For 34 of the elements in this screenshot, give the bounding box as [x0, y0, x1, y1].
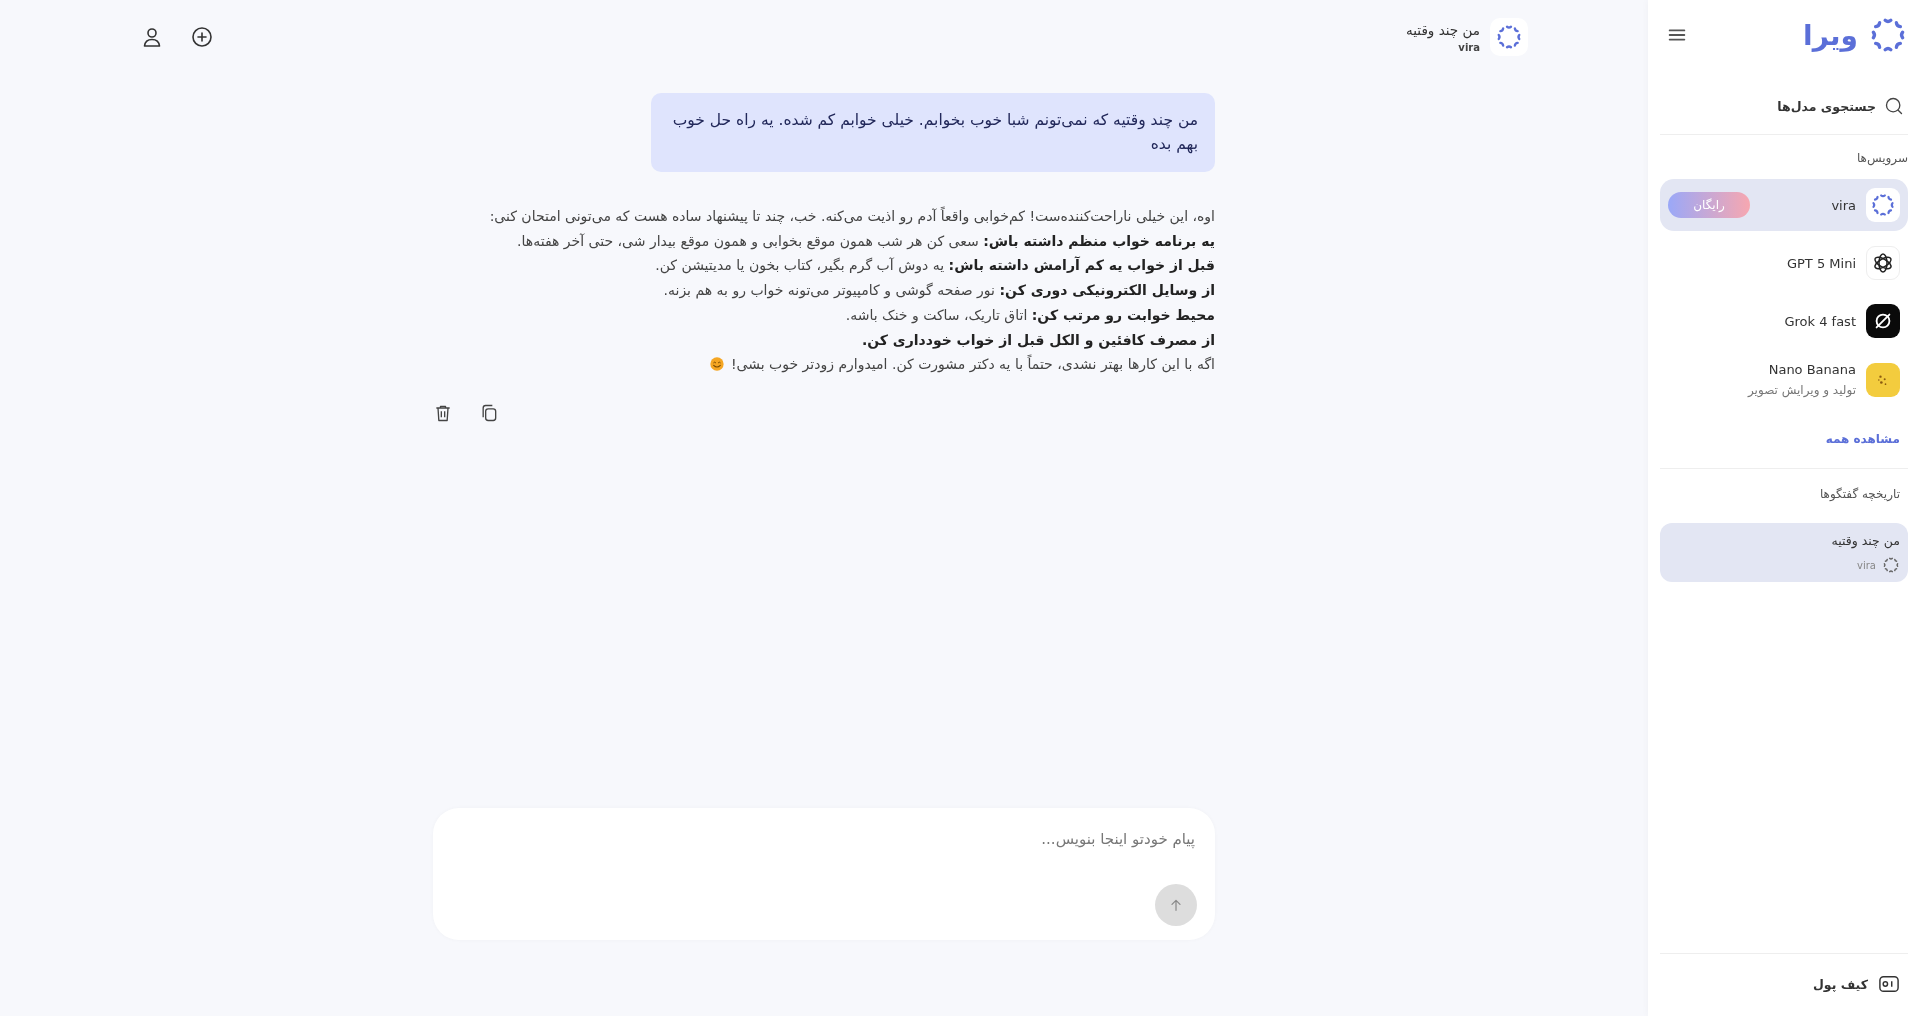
answer-text: قبل از خواب یه کم آرامش داشته باش: یه دوش آب گرم بگیر، کتاب بخون یا مدیتیشن کن.: [655, 257, 1215, 274]
answer-text: اگه با این کارها بهتر نشدی، حتماً با یه دکتر مشورت کن. امیدوارم زودتر خوب بشی!: [731, 356, 1215, 373]
model-description: تولید و ویرایش تصویر: [1746, 383, 1856, 397]
see-all-link[interactable]: مشاهده همه: [1817, 412, 1908, 468]
section-title: سرویس‌ها: [1855, 150, 1908, 168]
answer-text: محیط خوابت رو مرتب کن: اتاق تاریک، ساکت و خنک باشه.: [845, 306, 1215, 323]
search-icon: [1884, 96, 1904, 116]
model-name: GPT 5 Mini: [1785, 255, 1856, 271]
chat-title: من چند وقتیه: [1830, 533, 1900, 548]
arrow-up-icon: [1168, 897, 1184, 913]
starburst-icon: [1866, 188, 1900, 222]
model-name: vira: [1457, 41, 1480, 53]
answer-text: اوه، این خیلی ناراحت‌کننده‌ست! کم‌خوابی واقعاً آدم رو اذیت می‌کنه. خب، چند تا پیشنهاد ساده هست که می‌تونی امتحان کنی:: [489, 208, 1215, 224]
answer-text: یه برنامه خواب منظم داشته باش: سعی کن هر شب همون موقع بخوابی و همون موقع بیدار شی، حتی آخر هفته‌ها.: [517, 232, 1215, 249]
free-badge: رایگان: [1668, 192, 1750, 218]
model-name: Nano Banana: [1767, 362, 1856, 377]
search-button[interactable]: جستجوی مدل‌ها: [1660, 70, 1908, 134]
model-name: Grok 4 fast: [1783, 313, 1856, 329]
answer-text: از وسایل الکترونیکی دوری کن: نور صفحه گوشی و کامپیوتر می‌تونه خواب رو به هم بزنه.: [663, 282, 1215, 299]
new-chat-icon[interactable]: [190, 25, 214, 49]
model-name: vira: [1830, 197, 1856, 213]
model-item[interactable]: Grok 4 fast: [1660, 295, 1908, 347]
message-field[interactable]: پیام خودتو اینجا بنویس...: [451, 828, 1197, 858]
model-item[interactable]: GPT 5 Mini: [1660, 237, 1908, 289]
logo-text: ویرا: [1803, 18, 1858, 52]
wallet-button[interactable]: کیف پول: [1660, 954, 1908, 1016]
answer-text: از مصرف کافئین و الکل قبل از خواب خودداری کن.: [861, 331, 1215, 348]
section-title: تاریخچه گفتگوها: [1818, 486, 1901, 503]
chat-title: من چند وقتیه: [1406, 21, 1480, 38]
starburst-icon: [1490, 18, 1528, 56]
model-name: vira: [1857, 559, 1876, 571]
user-message: من چند وقتیه که نمی‌تونم شبا خوب بخوابم. خیلی خوابم کم شده. یه راه حل خوب بهم بده: [651, 93, 1215, 172]
wallet-icon: [1878, 974, 1900, 994]
starburst-icon: [1882, 556, 1900, 574]
